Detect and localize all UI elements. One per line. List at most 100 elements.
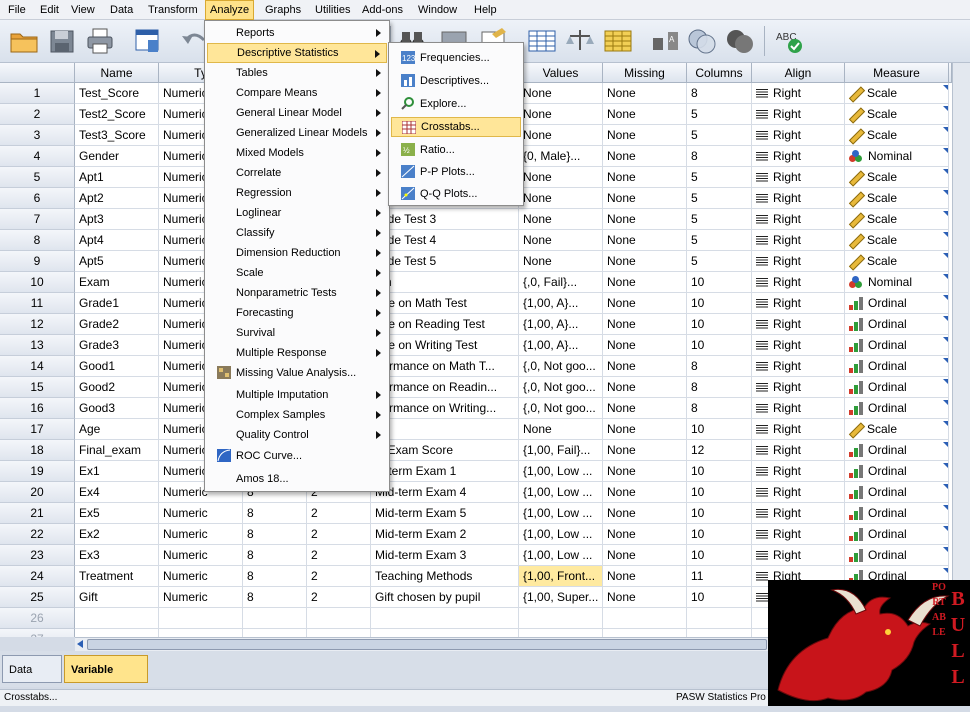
header-align[interactable]: Align [752, 63, 845, 83]
cell-label[interactable]: am [371, 272, 519, 293]
cell-label[interactable]: rformance on Writing... [371, 398, 519, 419]
vertical-scrollbar[interactable] [952, 63, 970, 651]
menu-transform[interactable]: Transform [144, 0, 202, 20]
header-measure[interactable]: Measure [845, 63, 949, 83]
analyze-item-regression[interactable]: Regression [207, 183, 387, 203]
cell-width[interactable]: 8 [243, 566, 307, 587]
menu-data[interactable]: Data [106, 0, 137, 20]
weight-cases-icon[interactable] [564, 26, 596, 56]
empty-cell[interactable] [603, 629, 687, 637]
cell-values[interactable]: {1,00, Low ... [519, 545, 603, 566]
cell-align[interactable]: Right [752, 251, 845, 272]
empty-cell[interactable] [371, 629, 519, 637]
cell-missing[interactable]: None [603, 587, 687, 608]
cell-name[interactable]: Apt3 [75, 209, 159, 230]
cell-align[interactable]: Right [752, 419, 845, 440]
cell-label[interactable]: rformance on Readin... [371, 377, 519, 398]
cell-align[interactable]: Right [752, 83, 845, 104]
cell-missing[interactable]: None [603, 146, 687, 167]
scroll-left-icon[interactable] [77, 640, 83, 648]
cell-measure[interactable]: Ordinal [845, 461, 949, 482]
cell-missing[interactable]: None [603, 188, 687, 209]
menu-graphs[interactable]: Graphs [261, 0, 305, 20]
analyze-item-compare-means[interactable]: Compare Means [207, 83, 387, 103]
cell-align[interactable]: Right [752, 482, 845, 503]
menu-view[interactable]: View [67, 0, 99, 20]
cell-label[interactable]: itude Test 4 [371, 230, 519, 251]
cell-missing[interactable]: None [603, 566, 687, 587]
cell-columns[interactable]: 8 [687, 146, 752, 167]
analyze-item-mixed-models[interactable]: Mixed Models [207, 143, 387, 163]
cell-align[interactable]: Right [752, 209, 845, 230]
cell-align[interactable]: Right [752, 356, 845, 377]
cell-label[interactable]: ade on Reading Test [371, 314, 519, 335]
cell-width[interactable]: 8 [243, 503, 307, 524]
analyze-item-multiple-imputation[interactable]: Multiple Imputation [207, 385, 387, 405]
cell-columns[interactable]: 8 [687, 83, 752, 104]
cell-name[interactable]: Grade2 [75, 314, 159, 335]
cell-columns[interactable]: 12 [687, 440, 752, 461]
header-missing[interactable]: Missing [603, 63, 687, 83]
cell-type[interactable]: Numeric [159, 503, 243, 524]
row-number[interactable]: 23 [0, 545, 75, 566]
cell-values[interactable]: {1,00, Super... [519, 587, 603, 608]
row-number[interactable]: 15 [0, 377, 75, 398]
menu-help[interactable]: Help [470, 0, 501, 20]
cell-align[interactable]: Right [752, 146, 845, 167]
cell-measure[interactable]: Scale [845, 419, 949, 440]
cell-values[interactable]: None [519, 104, 603, 125]
empty-cell[interactable] [75, 608, 159, 629]
cell-align[interactable]: Right [752, 314, 845, 335]
value-labels-icon[interactable]: A [650, 26, 682, 56]
cell-align[interactable]: Right [752, 104, 845, 125]
menu-utilities[interactable]: Utilities [311, 0, 354, 20]
cell-align[interactable]: Right [752, 230, 845, 251]
cell-missing[interactable]: None [603, 398, 687, 419]
cell-name[interactable]: Good1 [75, 356, 159, 377]
cell-values[interactable]: {1,00, A}... [519, 293, 603, 314]
cell-measure[interactable]: Scale [845, 167, 949, 188]
analyze-item-scale[interactable]: Scale [207, 263, 387, 283]
tab-data-view[interactable]: Data View [2, 655, 62, 683]
cell-missing[interactable]: None [603, 272, 687, 293]
analyze-item-missing-value-analysis[interactable]: Missing Value Analysis... [207, 363, 387, 383]
cell-align[interactable]: Right [752, 398, 845, 419]
cell-missing[interactable]: None [603, 461, 687, 482]
cell-columns[interactable]: 10 [687, 461, 752, 482]
cell-measure[interactable]: Ordinal [845, 377, 949, 398]
cell-columns[interactable]: 10 [687, 482, 752, 503]
header-name[interactable]: Name [75, 63, 159, 83]
empty-cell[interactable] [519, 608, 603, 629]
cell-align[interactable]: Right [752, 335, 845, 356]
cell-missing[interactable]: None [603, 419, 687, 440]
cell-name[interactable]: Apt2 [75, 188, 159, 209]
row-number[interactable]: 5 [0, 167, 75, 188]
cell-values[interactable]: None [519, 209, 603, 230]
select-cases-icon[interactable] [602, 26, 634, 56]
cell-missing[interactable]: None [603, 314, 687, 335]
row-number[interactable]: 12 [0, 314, 75, 335]
row-number[interactable]: 6 [0, 188, 75, 209]
cell-name[interactable]: Ex2 [75, 524, 159, 545]
cell-missing[interactable]: None [603, 377, 687, 398]
analyze-item-survival[interactable]: Survival [207, 323, 387, 343]
cell-missing[interactable]: None [603, 125, 687, 146]
analyze-item-general-linear-model[interactable]: General Linear Model [207, 103, 387, 123]
cell-missing[interactable]: None [603, 251, 687, 272]
cell-values[interactable]: {,0, Not goo... [519, 398, 603, 419]
row-number[interactable]: 19 [0, 461, 75, 482]
cell-columns[interactable]: 8 [687, 377, 752, 398]
cell-name[interactable]: Exam [75, 272, 159, 293]
cell-label[interactable]: Mid-term Exam 2 [371, 524, 519, 545]
cell-label[interactable]: Mid-term Exam 5 [371, 503, 519, 524]
cell-values[interactable]: None [519, 188, 603, 209]
cell-values[interactable]: {1,00, A}... [519, 314, 603, 335]
cell-measure[interactable]: Nominal [845, 146, 949, 167]
cell-values[interactable]: {,0, Fail}... [519, 272, 603, 293]
cell-measure[interactable]: Ordinal [845, 524, 949, 545]
row-number[interactable]: 8 [0, 230, 75, 251]
split-file-icon[interactable] [526, 26, 558, 56]
cell-missing[interactable]: None [603, 482, 687, 503]
cell-columns[interactable]: 5 [687, 251, 752, 272]
cell-values[interactable]: {1,00, A}... [519, 335, 603, 356]
